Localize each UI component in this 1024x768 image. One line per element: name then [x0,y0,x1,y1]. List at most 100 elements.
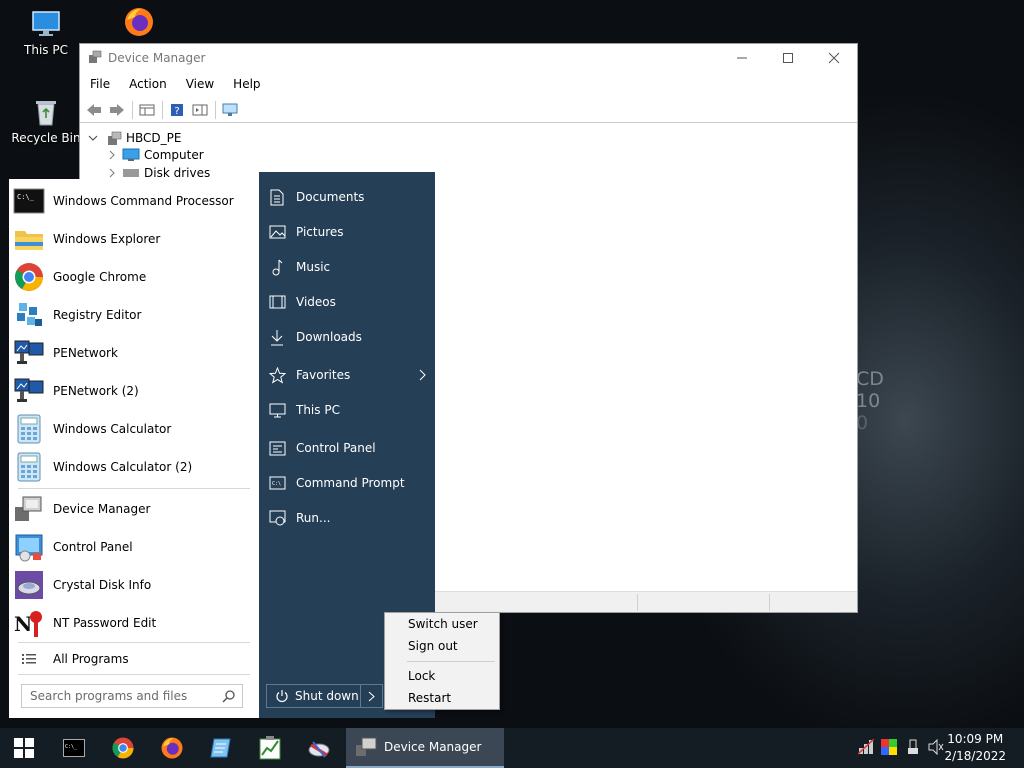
control-panel-icon [15,534,43,562]
place-label: Downloads [296,330,362,344]
menu-action[interactable]: Action [119,74,176,96]
shutdown-options-button[interactable] [360,685,382,707]
shutdown-button[interactable]: Shut down [266,684,383,708]
videos-icon [267,292,287,312]
place-control-panel[interactable]: Control Panel [267,433,427,463]
network-icon [14,340,44,364]
usb-tray-icon[interactable] [905,739,921,755]
search-input[interactable]: Search programs and files [21,684,243,708]
svg-text:N: N [14,612,32,636]
start-item-chrome[interactable]: Google Chrome [11,259,257,295]
watermark-text: 0 [856,412,869,434]
start-item-control-panel[interactable]: Control Panel [11,529,257,565]
start-item-penetwork[interactable]: PENetwork [11,335,257,371]
taskbar-explorer[interactable] [198,728,244,768]
back-button[interactable] [83,100,105,120]
menu-divider [407,661,495,662]
start-item-label: Crystal Disk Info [53,578,152,592]
taskbar-cmd[interactable]: C:\_ [51,728,97,768]
place-pictures[interactable]: Pictures [267,217,427,247]
start-item-calculator[interactable]: Windows Calculator [11,411,257,447]
start-item-explorer[interactable]: Windows Explorer [11,221,257,257]
music-icon [267,257,287,277]
maximize-button[interactable] [765,44,811,72]
power-icon [276,690,288,703]
start-item-penetwork-2[interactable]: PENetwork (2) [11,373,257,409]
toolbar-separator [215,100,216,119]
place-this-pc[interactable]: This PC [267,395,427,425]
monitor-icon [267,400,287,420]
start-item-registry[interactable]: Registry Editor [11,297,257,333]
device-manager-icon [88,50,102,67]
watermark-text: 10 [856,390,881,412]
taskbar-disk-tool[interactable] [296,728,342,768]
help-button[interactable]: ? [166,100,188,120]
desktop-icon-this-pc[interactable]: This PC [8,8,84,57]
maximize-icon [783,53,793,63]
tree-node-disk-drives[interactable]: Disk drives [107,166,210,180]
disk-tool-icon [308,741,330,758]
place-label: Favorites [296,368,351,382]
start-item-crystal-disk-info[interactable]: Crystal Disk Info [11,567,257,603]
place-downloads[interactable]: Downloads [267,322,427,352]
taskbar-firefox[interactable] [149,728,195,768]
tree-node-root[interactable]: HBCD_PE [88,130,181,146]
tree-node-computer[interactable]: Computer [107,148,204,162]
start-menu-programs-pane: C:\_ Windows Command Processor Windows E… [9,179,259,718]
display-tray-icon[interactable] [881,739,897,755]
menu-item-sign-out[interactable]: Sign out [408,639,458,653]
close-button[interactable] [811,44,857,72]
start-item-device-manager[interactable]: Device Manager [11,491,257,527]
network-tray-icon[interactable] [858,739,874,755]
menu-item-switch-user[interactable]: Switch user [408,617,478,631]
place-favorites[interactable]: Favorites [267,360,427,390]
grid-view-icon [139,104,155,115]
place-label: Run... [296,511,331,525]
star-icon [267,365,287,385]
all-programs-button[interactable]: All Programs [11,641,257,677]
place-run[interactable]: Run... [267,503,427,533]
desktop-icon-firefox[interactable] [101,6,177,41]
place-videos[interactable]: Videos [267,287,427,317]
device-manager-icon [15,496,42,521]
start-item-label: Google Chrome [53,270,147,284]
start-item-nt-password-edit[interactable]: N NT Password Edit [11,605,257,641]
volume-mute-icon[interactable] [928,739,944,755]
action-pane-button[interactable] [189,100,211,120]
taskbar-chrome[interactable] [100,728,146,768]
device-manager-icon [356,737,377,756]
scan-hardware-button[interactable] [219,100,241,120]
start-button[interactable] [0,728,48,768]
cmd-icon: C:\ [267,473,287,493]
help-icon: ? [171,103,183,117]
taskbar-device-manager[interactable]: Device Manager [346,728,504,768]
place-label: This PC [296,403,340,417]
place-command-prompt[interactable]: C:\ Command Prompt [267,468,427,498]
start-item-label: Windows Calculator (2) [53,460,193,474]
taskbar-task-manager[interactable] [247,728,293,768]
desktop-icon-recycle-bin[interactable]: Recycle Bin [8,96,84,145]
place-documents[interactable]: Documents [267,182,427,212]
menu-file[interactable]: File [80,74,119,96]
chart-app-icon [259,736,281,760]
clock[interactable]: 10:09 PM 2/18/2022 [944,731,1006,765]
menu-item-lock[interactable]: Lock [408,669,435,683]
place-label: Music [296,260,331,274]
start-item-cmd[interactable]: C:\_ Windows Command Processor [11,183,257,219]
minimize-button[interactable] [719,44,765,72]
place-music[interactable]: Music [267,252,427,282]
menu-item-restart[interactable]: Restart [408,691,451,705]
svg-text:C:\_: C:\_ [65,744,78,750]
start-item-calculator-2[interactable]: Windows Calculator (2) [11,449,257,485]
properties-view-button[interactable] [136,100,158,120]
chrome-icon [112,737,134,759]
place-label: Pictures [296,225,344,239]
start-item-label: Windows Command Processor [53,194,234,208]
chevron-right-icon [419,369,426,381]
tree-node-label: Computer [144,148,204,162]
tree-node-label: Disk drives [144,166,211,180]
menu-view[interactable]: View [176,74,223,96]
menu-bar: File Action View Help [80,74,270,96]
forward-button[interactable] [106,100,128,120]
menu-help[interactable]: Help [223,74,269,96]
